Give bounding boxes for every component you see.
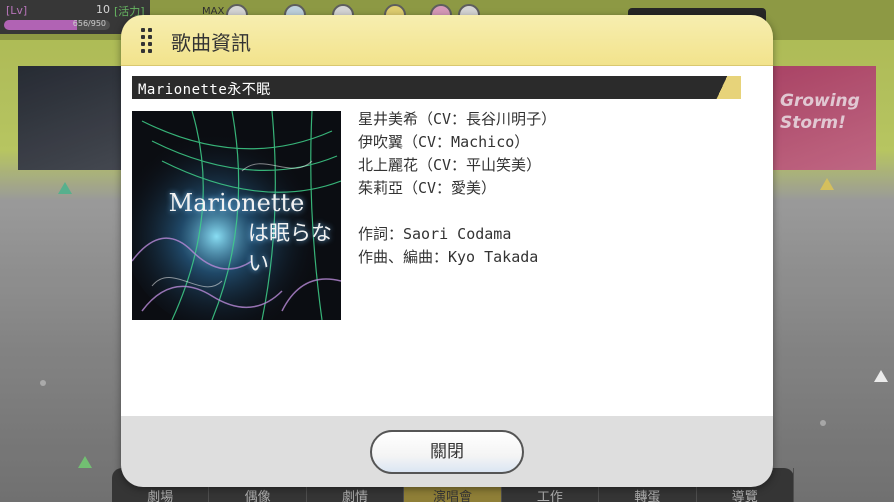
dialog-body: Marionette永不眠 Marionette は眠らない 星井美希（CV：長… [121,66,773,416]
song-info-dialog: 歌曲資訊 Marionette永不眠 Marionette は眠らない 星井美希… [121,15,773,487]
dialog-header: 歌曲資訊 [121,15,773,66]
song-title-bar-accent [711,76,741,99]
lyricist-credit: 作詞：Saori Codama [358,225,512,243]
dialog-footer: 關閉 [121,416,773,487]
song-jacket-image: Marionette は眠らない [132,111,341,320]
composer-credit: 作曲、編曲：Kyo Takada [358,248,539,266]
close-button[interactable]: 關閉 [370,430,524,474]
drag-handle-icon [141,28,153,54]
song-credits: 星井美希（CV：長谷川明子） 伊吹翼（CV：Machico） 北上麗花（CV：平… [358,108,556,269]
jacket-title: Marionette [168,189,305,217]
song-title: Marionette永不眠 [138,82,271,98]
singer-credit: 茱莉亞（CV：愛美） [358,179,497,197]
singer-credit: 伊吹翼（CV：Machico） [358,133,530,151]
singer-credit: 北上麗花（CV：平山笑美） [358,156,542,174]
dialog-title: 歌曲資訊 [171,31,251,55]
jacket-subtitle: は眠らない [248,221,332,275]
singer-credit: 星井美希（CV：長谷川明子） [358,110,557,128]
